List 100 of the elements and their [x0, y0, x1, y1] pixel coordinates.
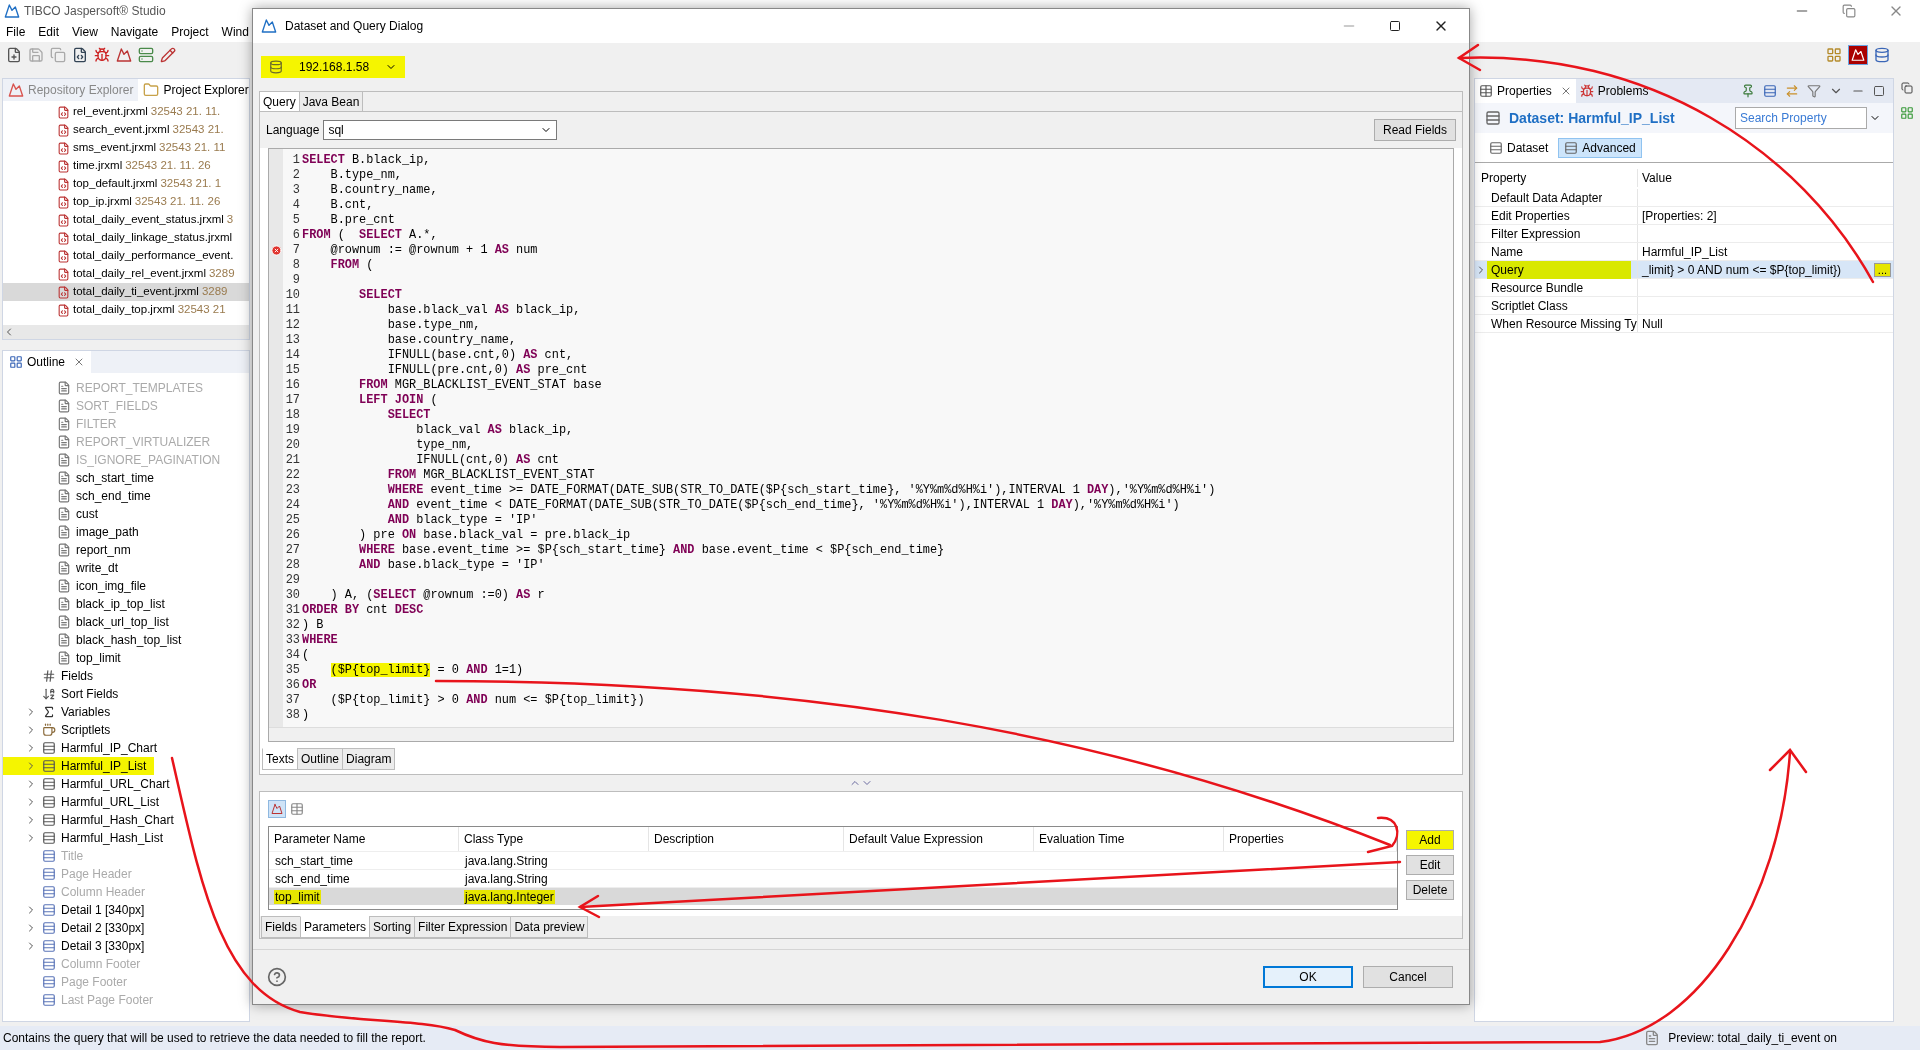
tree-row[interactable]: sms_event.jrxml 32543 21. 11	[3, 139, 249, 157]
outline-item[interactable]: Variables	[3, 703, 119, 721]
view-tab[interactable]: Outline	[3, 351, 92, 373]
outline-item[interactable]: black_ip_top_list	[3, 595, 249, 613]
new-file-icon[interactable]	[6, 47, 22, 63]
outline-item[interactable]: Harmful_Hash_List	[3, 829, 172, 847]
property-row[interactable]: Resource Bundle	[1475, 279, 1893, 297]
menu-item[interactable]: View	[72, 23, 98, 41]
outline-item[interactable]: icon_img_file	[3, 577, 249, 595]
pin-icon[interactable]	[1741, 84, 1755, 98]
bottom-tab[interactable]: Data preview	[510, 916, 589, 938]
outline-item[interactable]: write_dt	[3, 559, 249, 577]
outline-item[interactable]: report_nm	[3, 541, 249, 559]
data-adapter-icon[interactable]	[138, 47, 154, 63]
editor-tab[interactable]: Outline	[297, 748, 344, 770]
tree-row[interactable]: rel_event.jrxml 32543 21. 11.	[3, 103, 249, 121]
tree-row[interactable]: top_ip.jrxml 32543 21. 11. 26	[3, 193, 249, 211]
maximize-icon[interactable]	[1389, 20, 1401, 32]
query-tab[interactable]: Java Bean	[299, 92, 364, 111]
parameter-row[interactable]: sch_end_time java.lang.String	[269, 869, 1397, 887]
tree-row[interactable]: total_daily_ti_event.jrxml 3289	[3, 283, 249, 301]
section-tab[interactable]: Dataset	[1483, 137, 1555, 158]
view-tab[interactable]: Properties	[1475, 79, 1576, 103]
outline-item[interactable]: Harmful_Hash_Chart	[3, 811, 182, 829]
maximize-icon[interactable]	[1873, 85, 1885, 97]
menu-item[interactable]: File	[6, 23, 26, 41]
database-icon[interactable]	[1874, 47, 1890, 63]
tree-row[interactable]: search_event.jrxml 32543 21.	[3, 121, 249, 139]
bottom-tab[interactable]: Parameters	[300, 916, 371, 938]
view-tab[interactable]: Problems	[1575, 79, 1653, 103]
outline-item[interactable]: image_path	[3, 523, 249, 541]
outline-item[interactable]: Harmful_URL_List	[3, 793, 168, 811]
parameter-row[interactable]: top_limit java.lang.Integer	[269, 887, 1397, 905]
search-property-field[interactable]: Search Property	[1735, 107, 1867, 129]
property-row[interactable]: When Resource Missing Ty Null	[1475, 315, 1893, 333]
horizontal-scrollbar[interactable]	[3, 325, 249, 339]
read-fields-button[interactable]: Read Fields	[1373, 119, 1456, 141]
help-icon[interactable]	[267, 967, 287, 987]
parameter-row[interactable]: sch_start_time java.lang.String	[269, 851, 1397, 869]
outline-item[interactable]: top_limit	[3, 649, 249, 667]
outline-item[interactable]: Fields	[3, 667, 101, 685]
perspective-button[interactable]	[1848, 45, 1868, 65]
outline-item[interactable]: Scriptlets	[3, 721, 119, 739]
property-row[interactable]: Filter Expression	[1475, 225, 1893, 243]
parameter-button[interactable]: Add	[1406, 830, 1454, 850]
property-row[interactable]: Query _limit} > 0 AND num <= $P{top_limit}) ...	[1475, 261, 1893, 279]
outline-item[interactable]: Detail 3 [330px]	[3, 937, 153, 955]
parameters-toggle[interactable]	[268, 800, 286, 818]
menu-item[interactable]: Edit	[38, 23, 60, 41]
property-row[interactable]: Scriptlet Class	[1475, 297, 1893, 315]
bottom-tab[interactable]: Fields	[261, 916, 301, 938]
view-tab[interactable]: Project Explorer	[138, 79, 249, 101]
report-icon[interactable]	[116, 47, 132, 63]
bug-icon[interactable]	[94, 47, 110, 63]
tree-row[interactable]: total_daily_top.jrxml 32543 21	[3, 301, 249, 319]
outline-item[interactable]: Detail 2 [330px]	[3, 919, 153, 937]
ok-button[interactable]: OK	[1263, 966, 1353, 988]
tree-row[interactable]: top_default.jrxml 32543 21. 1	[3, 175, 249, 193]
tree-row[interactable]: total_daily_rel_event.jrxml 3289	[3, 265, 249, 283]
palette-icon[interactable]	[1900, 106, 1914, 120]
tree-row[interactable]: time.jrxml 32543 21. 11. 26	[3, 157, 249, 175]
restore-icon[interactable]	[1842, 4, 1856, 18]
tree-row[interactable]: total_daily_linkage_status.jrxml	[3, 229, 249, 247]
outline-item[interactable]: Harmful_IP_List	[3, 757, 155, 775]
parameter-button[interactable]: Edit	[1406, 855, 1454, 875]
code-editor[interactable]	[268, 148, 1454, 742]
outline-item[interactable]: sch_end_time	[3, 487, 249, 505]
restore-icon[interactable]	[1901, 82, 1913, 94]
bottom-tab[interactable]: Filter Expression	[414, 916, 512, 938]
menu-item[interactable]: Navigate	[110, 23, 159, 41]
save-all-icon[interactable]	[50, 47, 66, 63]
tree-row[interactable]: total_daily_event_status.jrxml 3	[3, 211, 249, 229]
outline-item[interactable]: black_hash_top_list	[3, 631, 249, 649]
section-tab[interactable]: Advanced	[1558, 137, 1642, 158]
query-tab[interactable]: Query	[260, 92, 300, 111]
data-adapter-dropdown[interactable]: 192.168.1.58	[261, 56, 406, 78]
outline-item[interactable]: Sort Fields	[3, 685, 127, 703]
horizontal-scrollbar[interactable]	[269, 727, 1453, 741]
outline-item[interactable]: sch_start_time	[3, 469, 249, 487]
parameter-button[interactable]: Delete	[1406, 880, 1454, 900]
bottom-tab[interactable]: Sorting	[369, 916, 416, 938]
open-perspective-icon[interactable]	[1826, 47, 1842, 63]
outline-item[interactable]: Harmful_IP_Chart	[3, 739, 166, 757]
language-dropdown[interactable]: sql	[323, 120, 558, 140]
menu-item[interactable]: Wind	[221, 23, 249, 41]
property-row[interactable]: Default Data Adapter	[1475, 189, 1893, 207]
editor-tab[interactable]: Diagram	[342, 748, 396, 770]
edit-query-button[interactable]: ...	[1873, 262, 1891, 277]
outline-item[interactable]: Detail 1 [340px]	[3, 901, 153, 919]
cancel-button[interactable]: Cancel	[1363, 966, 1453, 988]
save-icon[interactable]	[28, 47, 44, 63]
outline-item[interactable]: Harmful_URL_Chart	[3, 775, 178, 793]
tree-row[interactable]: total_daily_performance_event.	[3, 247, 249, 265]
edit-icon[interactable]	[160, 47, 176, 63]
filter-icon[interactable]	[1807, 84, 1821, 98]
menu-item[interactable]: Project	[171, 23, 209, 41]
editor-tab[interactable]: Texts	[262, 748, 298, 770]
property-row[interactable]: Edit Properties [Properties: 2]	[1475, 207, 1893, 225]
outline-item[interactable]: cust	[3, 505, 249, 523]
table-icon[interactable]	[290, 802, 304, 816]
